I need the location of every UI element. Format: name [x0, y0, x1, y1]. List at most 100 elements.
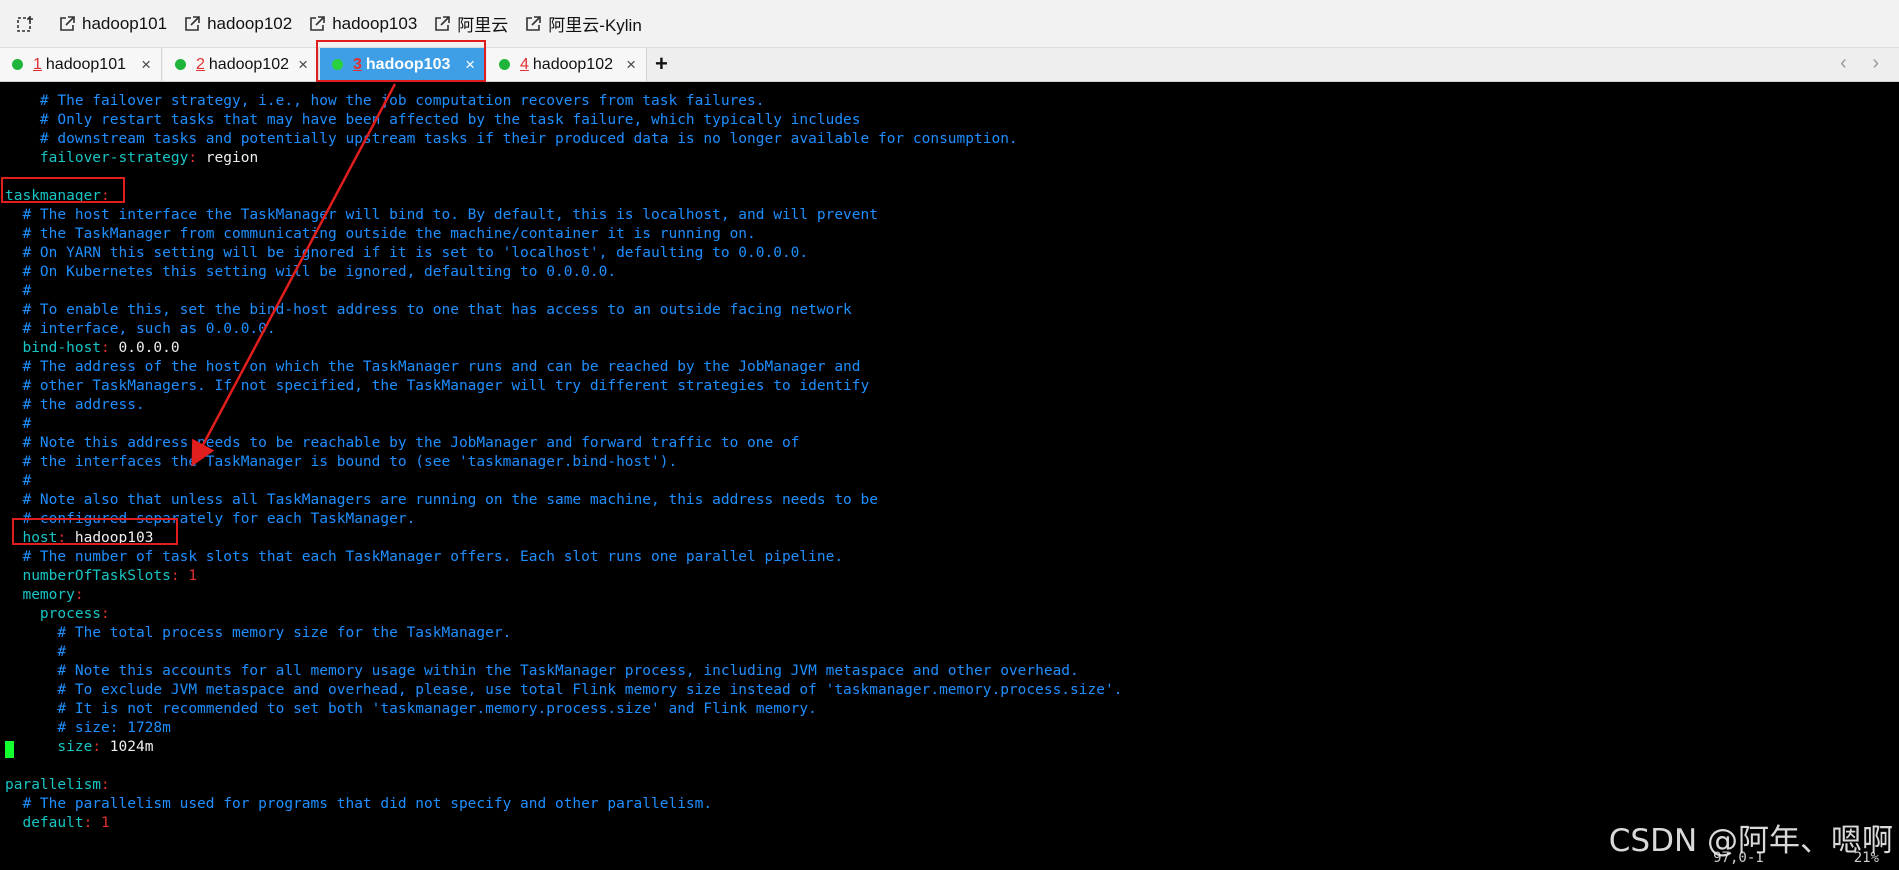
text-segment: # The host interface the TaskManager wil… — [5, 207, 878, 223]
tab-label: hadoop101 — [45, 55, 126, 73]
terminal-line: # the address. — [5, 396, 145, 415]
text-segment: 0.0.0.0 — [109, 340, 180, 356]
text-segment: memory — [5, 587, 75, 603]
close-icon[interactable]: × — [465, 55, 475, 75]
bookmarks-bar: hadoop101 hadoop102 hadoop103 阿里云 阿里云-Kylin — [0, 0, 1899, 48]
terminal-line: size: 1024m — [5, 738, 153, 757]
terminal-line: failover-strategy: region — [5, 149, 258, 168]
bookmark-label: hadoop102 — [207, 13, 293, 33]
terminal-line: # — [5, 282, 31, 301]
text-segment: # — [5, 416, 32, 432]
text-segment: # interface, such as 0.0.0.0. — [5, 321, 276, 337]
text-segment: default — [5, 815, 84, 831]
terminal-line: # Note this accounts for all memory usag… — [5, 662, 1079, 681]
tab-hadoop103-active[interactable]: 3 hadoop103 × — [320, 48, 486, 81]
bookmark-item[interactable]: 阿里云 — [433, 11, 508, 36]
terminal-line: # configured separately for each TaskMan… — [5, 510, 415, 529]
bookmark-label: 阿里云-Kylin — [548, 16, 642, 35]
terminal-line: host: hadoop103 — [5, 529, 153, 548]
text-segment: # the TaskManager from communicating out… — [5, 226, 756, 242]
terminal-line: numberOfTaskSlots: 1 — [5, 567, 197, 586]
terminal-line: default: 1 — [5, 814, 110, 833]
text-segment: # Note this address needs to be reachabl… — [5, 435, 800, 451]
terminal-line: # On YARN this setting will be ignored i… — [5, 244, 808, 263]
text-segment: # configured separately for each TaskMan… — [5, 511, 416, 527]
bookmark-item[interactable]: 阿里云-Kylin — [524, 11, 642, 36]
terminal-line: # interface, such as 0.0.0.0. — [5, 320, 276, 339]
terminal-line: # size: 1728m — [5, 719, 171, 738]
text-segment: : — [101, 340, 110, 356]
new-window-icon[interactable] — [16, 14, 36, 34]
tab-number: 3 — [353, 55, 362, 73]
text-segment: # The parallelism used for programs that… — [5, 796, 713, 812]
new-tab-button[interactable]: + — [655, 51, 668, 77]
terminal-line: # On Kubernetes this setting will be ign… — [5, 263, 616, 282]
terminal-line: # — [5, 643, 66, 662]
tab-scroll-arrows[interactable]: ‹ › — [1840, 52, 1889, 75]
tab-bar: 1 hadoop101 × 2 hadoop102 × 3 hadoop103 × 4 hadoop… — [0, 48, 1899, 82]
terminal-line: # To enable this, set the bind-host addr… — [5, 301, 852, 320]
terminal-line: # The address of the host on which the T… — [5, 358, 860, 377]
terminal-line: process: — [5, 605, 110, 624]
text-segment: region — [197, 150, 259, 166]
text-segment: host — [5, 530, 58, 546]
terminal-line: # — [5, 415, 31, 434]
text-segment: 1 — [92, 815, 110, 831]
text-segment: : — [74, 587, 84, 603]
bookmark-list: hadoop101 hadoop102 hadoop103 阿里云 阿里云-Kylin — [58, 11, 658, 36]
terminal-line: # The total process memory size for the … — [5, 624, 511, 643]
terminal-line: # the TaskManager from communicating out… — [5, 225, 756, 244]
text-segment: # downstream tasks and potentially upstr… — [5, 131, 1018, 147]
text-segment: : — [92, 739, 102, 755]
text-segment: bind-host — [5, 340, 102, 356]
text-segment: # To exclude JVM metaspace and overhead,… — [5, 682, 1123, 698]
external-link-icon — [183, 15, 201, 33]
text-segment: # The total process memory size for the … — [5, 625, 512, 641]
status-dot-icon — [175, 59, 186, 70]
text-segment: # other TaskManagers. If not specified, … — [5, 378, 870, 394]
close-icon[interactable]: × — [626, 55, 636, 75]
external-link-icon — [433, 15, 451, 33]
text-segment: # — [5, 283, 32, 299]
text-segment: : — [188, 150, 198, 166]
external-link-icon — [524, 15, 542, 33]
bookmark-item[interactable]: hadoop101 — [58, 11, 167, 36]
terminal-line: # The parallelism used for programs that… — [5, 795, 712, 814]
terminal-line: # To exclude JVM metaspace and overhead,… — [5, 681, 1122, 700]
text-segment: # To enable this, set the bind-host addr… — [5, 302, 852, 318]
terminal-line: # — [5, 472, 31, 491]
terminal-line: # The number of task slots that each Tas… — [5, 548, 843, 567]
terminal-line: # Note also that unless all TaskManagers… — [5, 491, 878, 510]
terminal-view[interactable]: # The failover strategy, i.e., how the j… — [0, 83, 1899, 870]
close-icon[interactable]: × — [298, 55, 308, 75]
terminal-line: taskmanager: — [5, 187, 110, 206]
terminal-line: # The failover strategy, i.e., how the j… — [5, 92, 765, 111]
text-segment: # On Kubernetes this setting will be ign… — [5, 264, 617, 280]
text-segment: 1024m — [101, 739, 154, 755]
external-link-icon — [58, 15, 76, 33]
watermark: CSDN @阿年、嗯啊 — [1608, 823, 1893, 859]
bookmark-item[interactable]: hadoop103 — [308, 11, 417, 36]
status-dot-icon — [499, 59, 510, 70]
text-segment: # the address. — [5, 397, 145, 413]
text-segment: # Only restart tasks that may have been … — [5, 112, 861, 128]
tab-hadoop102[interactable]: 4 hadoop102 × — [487, 48, 647, 81]
text-segment: 1 — [179, 568, 198, 584]
close-icon[interactable]: × — [141, 55, 151, 75]
text-segment: # Note this accounts for all memory usag… — [5, 663, 1079, 679]
bookmark-item[interactable]: hadoop102 — [183, 11, 292, 36]
terminal-line: # downstream tasks and potentially upstr… — [5, 130, 1018, 149]
tab-hadoop102[interactable]: 2 hadoop102 × — [163, 48, 319, 81]
terminal-line: bind-host: 0.0.0.0 — [5, 339, 180, 358]
terminal-line: memory: — [5, 586, 84, 605]
tab-hadoop101[interactable]: 1 hadoop101 × — [0, 48, 162, 81]
status-dot-icon — [12, 59, 23, 70]
bookmark-label: hadoop103 — [332, 13, 418, 33]
text-segment: # — [5, 644, 67, 660]
text-segment: # the interfaces the TaskManager is boun… — [5, 454, 678, 470]
terminal-line: # other TaskManagers. If not specified, … — [5, 377, 869, 396]
text-segment: : — [57, 530, 67, 546]
text-segment: numberOfTaskSlots — [5, 568, 171, 584]
tab-number: 1 — [33, 55, 42, 73]
terminal-line: # Note this address needs to be reachabl… — [5, 434, 799, 453]
